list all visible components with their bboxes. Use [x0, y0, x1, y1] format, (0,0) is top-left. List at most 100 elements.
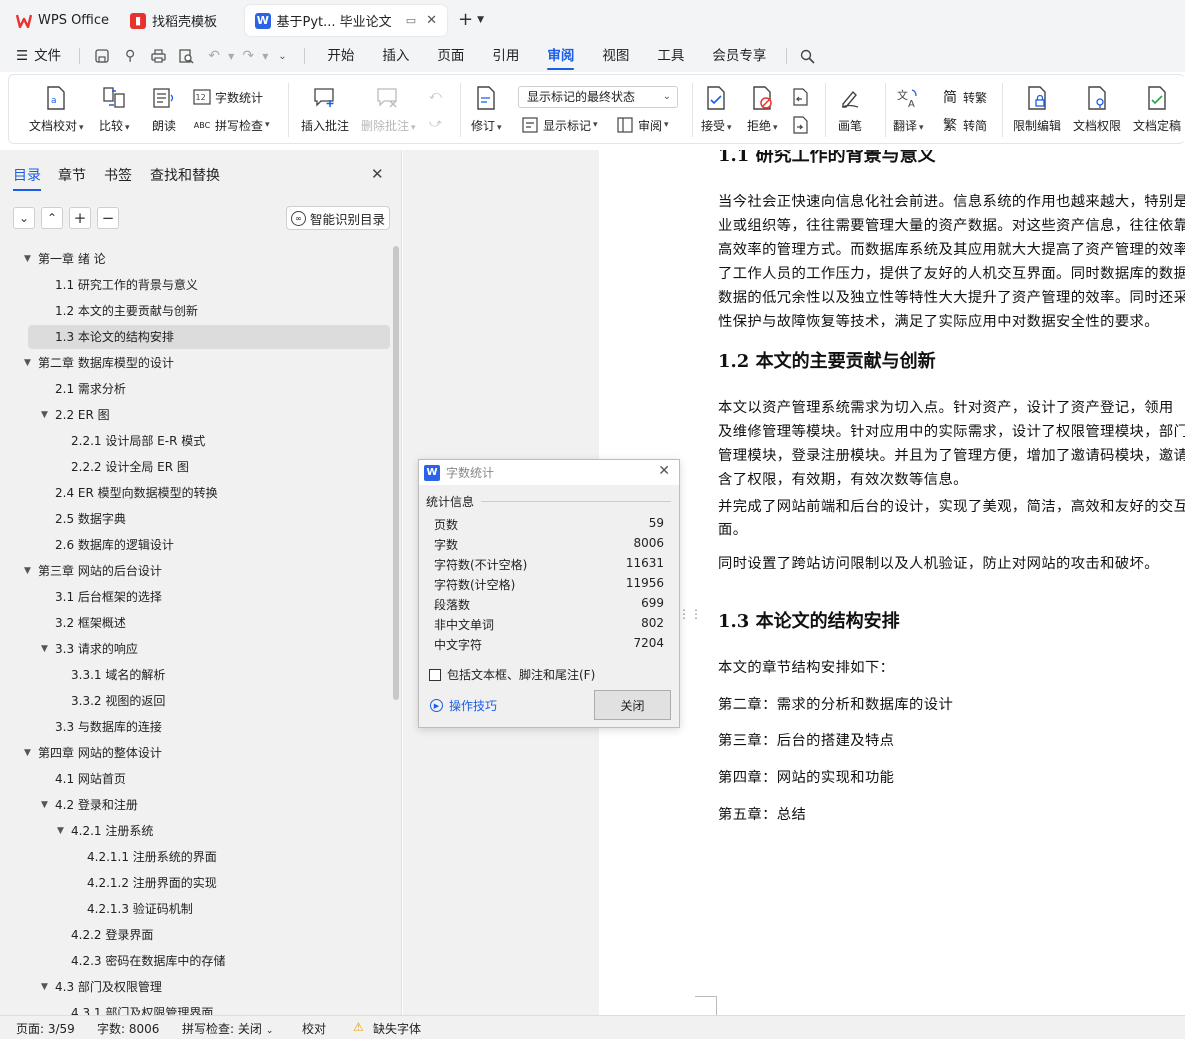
close-panel-icon[interactable]: ✕ — [371, 165, 384, 183]
tab-wps-office[interactable]: WPS Office — [6, 5, 114, 36]
toc-item[interactable]: 4.1 网站首页 — [0, 767, 390, 791]
word-count-button[interactable]: 12 字数统计 — [193, 88, 263, 106]
toc-item[interactable]: 第四章 网站的整体设计 ▼ — [0, 741, 390, 765]
toc-item[interactable]: 3.1 后台框架的选择 — [0, 585, 390, 609]
menu-start[interactable]: 开始 — [313, 40, 368, 72]
review-pane-button[interactable]: 审阅 ▾ — [616, 116, 669, 134]
show-markup-button[interactable]: 显示标记 ▾ — [521, 116, 598, 134]
delete-comment-button[interactable]: 删除批注 ▾ — [361, 85, 416, 134]
toc-item[interactable]: 3.3 请求的响应 ▼ — [0, 637, 390, 661]
tab-bookmarks[interactable]: 书签 — [104, 165, 132, 185]
reject-button[interactable]: 拒绝 ▾ — [747, 85, 778, 134]
toc-item[interactable]: 第三章 网站的后台设计 ▼ — [0, 559, 390, 583]
toc-item[interactable]: 4.2.3 密码在数据库中的存储 — [0, 949, 390, 973]
expand-triangle-icon[interactable]: ▼ — [24, 247, 31, 271]
menu-tools[interactable]: 工具 — [643, 40, 698, 72]
undo-icon[interactable]: ↶ — [203, 45, 225, 67]
toc-item[interactable]: 3.3.2 视图的返回 — [0, 689, 390, 713]
expand-triangle-icon[interactable]: ▼ — [41, 637, 48, 661]
prev-comment-icon[interactable]: ⤺ — [429, 88, 442, 103]
toc-item[interactable]: 第一章 绪 论 ▼ — [0, 247, 390, 271]
more-chevron-icon[interactable]: ⌄ — [271, 45, 293, 67]
next-revision-icon[interactable] — [792, 116, 808, 134]
expand-triangle-icon[interactable]: ▼ — [24, 351, 31, 375]
missing-font-indicator[interactable]: 缺失字体 — [373, 1020, 421, 1037]
spell-status[interactable]: 拼写检查: 关闭 ⌄ — [182, 1020, 273, 1037]
print-icon[interactable] — [147, 45, 169, 67]
toc-item[interactable]: 2.5 数据字典 — [0, 507, 390, 531]
read-aloud-button[interactable]: 朗读 — [151, 85, 177, 134]
toc-item[interactable]: 4.2.1 注册系统 ▼ — [0, 819, 390, 843]
accept-button[interactable]: 接受 ▾ — [701, 85, 732, 134]
toc-item[interactable]: 1.3 本论文的结构安排 — [28, 325, 390, 349]
next-comment-icon[interactable]: ⤻ — [429, 116, 442, 131]
tab-find-replace[interactable]: 查找和替换 — [150, 165, 220, 185]
toc-item[interactable]: 4.2.1.3 验证码机制 — [0, 897, 390, 921]
tab-sections[interactable]: 章节 — [58, 165, 86, 185]
window-mode-icon[interactable]: ▭ — [406, 14, 416, 27]
pen-button[interactable]: 画笔 — [837, 85, 863, 134]
menu-vip[interactable]: 会员专享 — [698, 40, 780, 72]
smart-detect-toc-button[interactable]: ∞ 智能识别目录 — [286, 206, 390, 230]
toc-item[interactable]: 4.3 部门及权限管理 ▼ — [0, 975, 390, 999]
expand-triangle-icon[interactable]: ▼ — [41, 975, 48, 999]
document-page[interactable]: 1.1 研究工作的背景与意义 ⌐ 当今社会正快速向信息化社会前进。信息系统的作用… — [599, 150, 1185, 1015]
spell-check-button[interactable]: ABC 拼写检查 ▾ — [193, 116, 270, 134]
expand-up-icon[interactable]: ⌃ — [41, 207, 63, 229]
word-count-indicator[interactable]: 字数: 8006 — [97, 1020, 159, 1037]
collapse-all-icon[interactable]: ⌄ — [13, 207, 35, 229]
proof-indicator[interactable]: 校对 — [302, 1020, 326, 1037]
file-menu[interactable]: ☰ 文件 — [0, 40, 71, 72]
print-preview-icon[interactable] — [175, 45, 197, 67]
dialog-titlebar[interactable]: W 字数统计 ✕ — [419, 460, 679, 485]
prev-revision-icon[interactable] — [792, 88, 808, 106]
doc-permission-button[interactable]: 文档权限 — [1073, 85, 1121, 134]
close-icon[interactable]: ✕ — [658, 463, 670, 479]
menu-view[interactable]: 视图 — [588, 40, 643, 72]
menu-insert[interactable]: 插入 — [368, 40, 423, 72]
restrict-edit-button[interactable]: 限制编辑 — [1013, 85, 1061, 134]
share-icon[interactable]: ⚲ — [119, 45, 141, 67]
redo-icon[interactable]: ↷ — [237, 45, 259, 67]
translate-button[interactable]: 文A 翻译 ▾ — [893, 85, 924, 134]
toc-item[interactable]: 4.2.2 登录界面 — [0, 923, 390, 947]
compare-button[interactable]: 比较 ▾ — [99, 85, 130, 134]
tab-document[interactable]: W 基于Pyt... 毕业论文 ▭ ✕ — [245, 5, 447, 36]
tab-toc[interactable]: 目录 — [13, 165, 41, 191]
toc-item[interactable]: 2.2 ER 图 ▼ — [0, 403, 390, 427]
toc-item[interactable]: 2.2.1 设计局部 E-R 模式 — [0, 429, 390, 453]
toc-item[interactable]: 3.3 与数据库的连接 — [0, 715, 390, 739]
page-indicator[interactable]: 页面: 3/59 — [16, 1020, 75, 1037]
include-textbox-checkbox[interactable]: 包括文本框、脚注和尾注(F) — [429, 666, 595, 683]
new-tab-button[interactable]: + ▼ — [458, 9, 484, 30]
toc-item[interactable]: 2.6 数据库的逻辑设计 — [0, 533, 390, 557]
drag-handle-icon[interactable]: ⋮⋮ — [678, 607, 702, 621]
toc-item[interactable]: 2.1 需求分析 — [0, 377, 390, 401]
toc-item[interactable]: 1.2 本文的主要贡献与创新 — [0, 299, 390, 323]
toc-item[interactable]: 4.2.1.2 注册界面的实现 — [0, 871, 390, 895]
insert-comment-button[interactable]: 插入批注 — [301, 85, 349, 134]
search-icon[interactable] — [796, 45, 818, 67]
close-button[interactable]: 关闭 — [594, 690, 671, 720]
expand-triangle-icon[interactable]: ▼ — [41, 403, 48, 427]
expand-triangle-icon[interactable]: ▼ — [57, 819, 64, 843]
menu-page[interactable]: 页面 — [423, 40, 478, 72]
menu-reference[interactable]: 引用 — [478, 40, 533, 72]
add-heading-icon[interactable]: + — [69, 207, 91, 229]
menu-review[interactable]: 审阅 — [533, 40, 588, 72]
tab-docer[interactable]: ▮ 找稻壳模板 — [120, 5, 240, 36]
toc-item[interactable]: 第二章 数据库模型的设计 ▼ — [0, 351, 390, 375]
doc-check-button[interactable]: a 文档校对 ▾ — [29, 85, 84, 134]
expand-triangle-icon[interactable]: ▼ — [24, 741, 31, 765]
markup-state-dropdown[interactable]: 显示标记的最终状态 ⌄ — [518, 86, 678, 108]
expand-triangle-icon[interactable]: ▼ — [41, 793, 48, 817]
finalize-button[interactable]: 文档定稿 — [1133, 85, 1181, 134]
toc-scrollbar[interactable] — [393, 246, 399, 700]
to-simplified-button[interactable]: 繁 转简 — [941, 116, 987, 134]
revise-button[interactable]: 修订 ▾ — [471, 85, 502, 134]
toc-item[interactable]: 2.2.2 设计全局 ER 图 — [0, 455, 390, 479]
expand-triangle-icon[interactable]: ▼ — [24, 559, 31, 583]
toc-item[interactable]: 1.1 研究工作的背景与意义 — [0, 273, 390, 297]
to-traditional-button[interactable]: 简 转繁 — [941, 88, 987, 106]
tips-link[interactable]: ▶ 操作技巧 — [430, 697, 497, 714]
